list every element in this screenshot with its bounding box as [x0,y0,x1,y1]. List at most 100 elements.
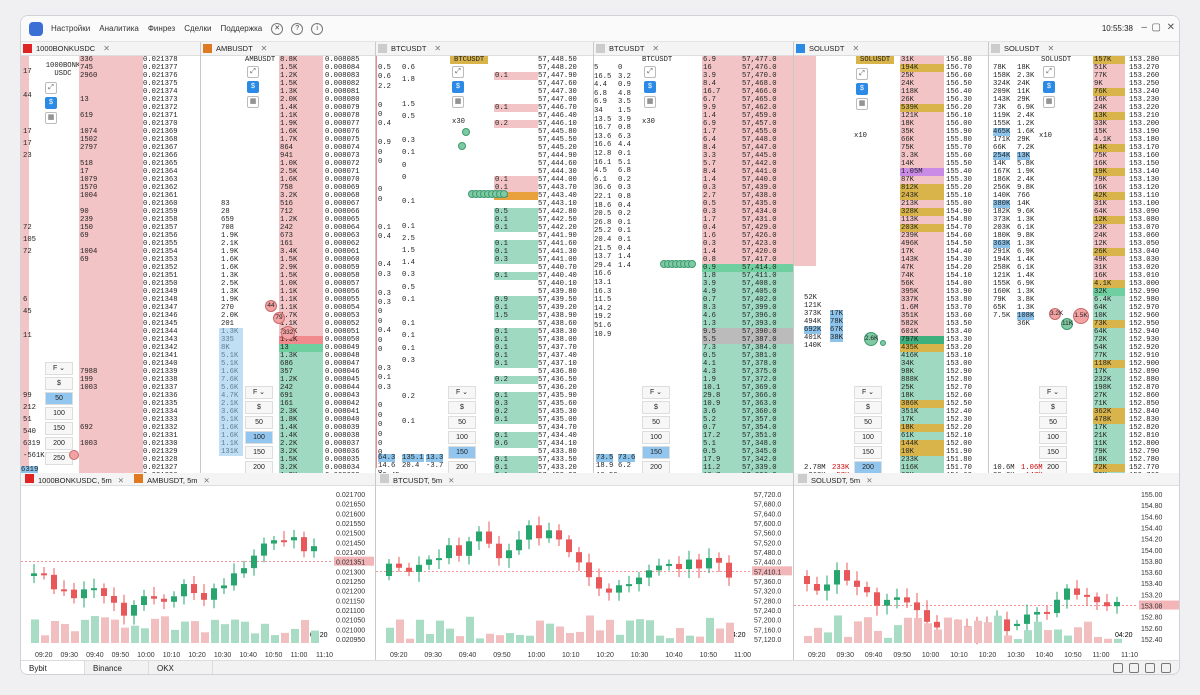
ladder-price[interactable]: 57,396.0 [742,312,777,320]
ladder-price[interactable]: 57,437.10 [538,360,577,368]
ladder-price[interactable]: 151.90 [946,448,972,456]
ladder-price[interactable]: 152.800 [1129,440,1159,448]
ladder-price[interactable]: 0.021348 [143,296,178,304]
ladder-price[interactable]: 153.10 [946,352,972,360]
ladder-price[interactable]: 57,439.50 [538,296,577,304]
ladder-price[interactable]: 153.160 [1129,152,1159,160]
ladder-price[interactable]: 0.008074 [325,144,360,152]
ladder-price[interactable]: 152.870 [1129,384,1159,392]
qty-option[interactable]: 50 [45,392,73,405]
ladder-price[interactable]: 0.008042 [325,400,360,408]
ladder-price[interactable]: 152.80 [946,376,972,384]
qty-option[interactable]: 100 [448,431,476,444]
ladder-price[interactable]: 57,438.90 [538,312,577,320]
qty-option[interactable]: 100 [854,431,882,444]
ladder-price[interactable]: 152.940 [1129,328,1159,336]
ladder-price[interactable]: 0.008040 [325,416,360,424]
ladder-price[interactable]: 153.150 [1129,160,1159,168]
calculator-icon[interactable]: ▦ [45,112,57,124]
ladder-price[interactable]: 0.008057 [325,280,360,288]
panel-tab[interactable]: 1000BONKUSDC ✕ [21,42,200,56]
ladder-price[interactable]: 0.021378 [143,56,178,64]
ladder-price[interactable]: 57,393.0 [742,320,777,328]
ladder-price[interactable]: 0.021363 [143,176,178,184]
ladder-price[interactable]: 0.008043 [325,392,360,400]
ladder-price[interactable]: 154.20 [946,264,972,272]
ladder-price[interactable]: 0.021333 [143,416,178,424]
ladder-price[interactable]: 57,476.0 [742,64,777,72]
ladder-price[interactable]: 152.860 [1129,392,1159,400]
candlestick-chart[interactable]: 57,720.0 57,680.0 57,640.0 57,600.0 57,560.0… [376,486,794,663]
ladder-price[interactable]: 152.70 [946,384,972,392]
ladder-price[interactable]: 156.70 [946,64,972,72]
ladder-price[interactable]: 153.000 [1129,280,1159,288]
ladder-price[interactable]: 57,345.0 [742,448,777,456]
ladder-price[interactable]: 57,387.0 [742,336,777,344]
screen-icon[interactable] [1129,663,1139,673]
ladder-price[interactable]: 0.021374 [143,88,178,96]
ladder-price[interactable]: 57,436.80 [538,368,577,376]
chart-toggle-icon[interactable]: ⤢ [644,66,656,78]
ladder-price[interactable]: 57,442.0 [742,160,777,168]
info-icon[interactable]: i [311,22,324,35]
calculator-icon[interactable]: ▦ [247,96,259,108]
ladder-price[interactable]: 57,440.70 [538,264,577,272]
ladder-price[interactable]: 0.021338 [143,376,178,384]
dollar-toggle[interactable]: $ [642,401,670,414]
ladder-price[interactable]: 0.008060 [325,256,360,264]
ladder-price[interactable]: 0.008069 [325,184,360,192]
ladder-price[interactable]: 0.021336 [143,392,178,400]
dollar-toggle[interactable]: $ [854,401,882,414]
ladder-price[interactable]: 156.40 [946,88,972,96]
ladder-price[interactable]: 152.970 [1129,304,1159,312]
ladder-price[interactable]: 0.008054 [325,304,360,312]
ladder-price[interactable]: 57,363.0 [742,400,777,408]
dollar-icon[interactable]: $ [452,81,464,93]
ladder-price[interactable]: 152.60 [946,392,972,400]
ladder-price[interactable]: 57,433.20 [538,464,577,472]
close-panel-icon[interactable]: ✕ [652,44,659,53]
ladder-price[interactable]: 57,435.0 [742,200,777,208]
ladder-price[interactable]: 57,435.90 [538,392,577,400]
dollar-icon[interactable]: $ [1043,81,1055,93]
close-panel-icon[interactable]: ✕ [852,44,859,53]
calculator-icon[interactable]: ▦ [644,96,656,108]
ladder-price[interactable]: 0.021359 [143,208,178,216]
ladder-price[interactable]: 153.40 [946,328,972,336]
help-icon[interactable]: ? [291,22,304,35]
ladder-price[interactable]: 57,444.30 [538,168,577,176]
close-chart-icon[interactable]: ✕ [118,476,124,485]
ladder-price[interactable]: 0.008071 [325,168,360,176]
ladder-price[interactable]: 156.10 [946,112,972,120]
ladder-price[interactable]: 57,437.40 [538,352,577,360]
dollar-toggle[interactable]: $ [448,401,476,414]
ladder-price[interactable]: 152.990 [1129,288,1159,296]
ladder-price[interactable]: 153.90 [946,288,972,296]
ladder-price[interactable]: 57,436.20 [538,384,577,392]
ladder-price[interactable]: 0.008065 [325,216,360,224]
dollar-toggle[interactable]: $ [45,377,73,390]
ladder-price[interactable]: 57,435.60 [538,400,577,408]
menu-support[interactable]: Поддержка [220,24,262,33]
ladder-price[interactable]: 0.021366 [143,152,178,160]
ladder-price[interactable]: 0.008055 [325,296,360,304]
ladder-price[interactable]: 57,434.10 [538,440,577,448]
chart-toggle-icon[interactable]: ⤢ [1043,66,1055,78]
ladder-price[interactable]: 152.930 [1129,336,1159,344]
tab-binance[interactable]: Binance [85,661,149,674]
ladder-price[interactable]: 153.270 [1129,64,1159,72]
ladder-price[interactable]: 57,446.10 [538,120,577,128]
ladder-price[interactable]: 153.180 [1129,136,1159,144]
ladder-price[interactable]: 57,440.0 [742,176,777,184]
ladder-price[interactable]: 0.021341 [143,352,178,360]
ladder-price[interactable]: 155.20 [946,184,972,192]
ladder-price[interactable]: 0.008079 [325,104,360,112]
ladder-price[interactable]: 155.10 [946,192,972,200]
ladder-price[interactable]: 153.040 [1129,248,1159,256]
ladder-price[interactable]: 57,445.50 [538,136,577,144]
calculator-icon[interactable]: ▦ [452,96,464,108]
ladder-price[interactable]: 57,442.20 [538,224,577,232]
qty-option[interactable]: 100 [245,431,273,444]
ladder-price[interactable]: 0.008052 [325,320,360,328]
ladder-price[interactable]: 0.008045 [325,376,360,384]
